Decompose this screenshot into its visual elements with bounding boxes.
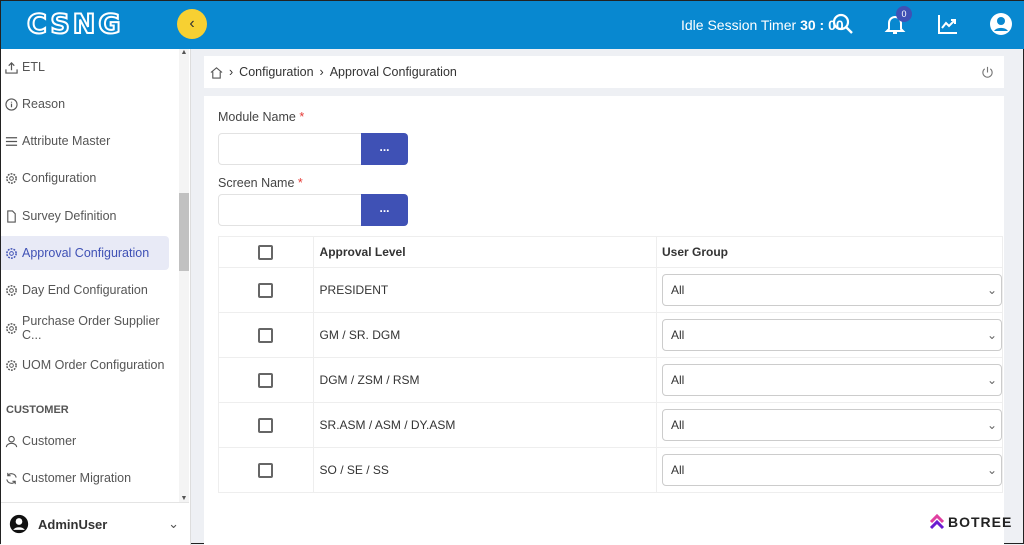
breadcrumb: › Configuration › Approval Configuration — [204, 56, 1004, 88]
home-icon[interactable] — [210, 66, 223, 79]
chevron-down-icon: ⌄ — [986, 283, 997, 297]
sidebar-item-survey-definition[interactable]: Survey Definition — [1, 199, 169, 233]
breadcrumb-configuration[interactable]: Configuration — [239, 65, 313, 79]
scroll-up-arrow[interactable]: ▲ — [179, 49, 189, 56]
module-name-label: Module Name * — [218, 110, 305, 124]
sidebar-scrollbar[interactable]: ▲ ▼ — [179, 49, 189, 502]
sidebar-item-reason[interactable]: Reason — [1, 87, 169, 121]
upload-icon — [5, 61, 18, 74]
sidebar-item-customer-migration[interactable]: Customer Migration — [1, 461, 169, 495]
sidebar: ETL Reason Attribute Master Configuratio… — [1, 49, 191, 545]
user-group-select[interactable]: All ⌄ — [662, 319, 1002, 351]
scrollbar-thumb[interactable] — [179, 193, 189, 271]
row-checkbox[interactable] — [258, 462, 274, 478]
search-icon[interactable] — [831, 12, 855, 36]
sidebar-item-day-end-configuration[interactable]: Day End Configuration — [1, 273, 169, 307]
document-icon — [7, 209, 16, 223]
module-name-input[interactable] — [218, 133, 362, 165]
row-checkbox[interactable] — [258, 372, 274, 388]
table-row: SR.ASM / ASM / DY.ASM All ⌄ — [218, 402, 1003, 448]
sidebar-item-uom-order-configuration[interactable]: UOM Order Configuration — [1, 348, 169, 382]
scroll-down-arrow[interactable]: ▼ — [179, 495, 189, 502]
section-customer: CUSTOMER — [6, 404, 69, 416]
screen-name-label: Screen Name * — [218, 176, 303, 190]
chevron-right-icon: › — [229, 65, 234, 79]
approval-level: SR.ASM / ASM / DY.ASM — [312, 402, 658, 448]
approval-configuration-form: Module Name * ... Screen Name * ... Appr… — [204, 96, 1011, 545]
table-row: DGM / ZSM / RSM All ⌄ — [218, 357, 1003, 403]
table-header: Approval Level User Group — [218, 236, 1003, 268]
sidebar-item-customer[interactable]: Customer — [1, 424, 169, 458]
chevron-down-icon: ⌄ — [986, 463, 997, 477]
idle-session-timer: Idle Session Timer 30 : 00 — [681, 17, 844, 33]
user-icon — [5, 435, 18, 447]
avatar — [9, 514, 29, 534]
sidebar-item-configuration[interactable]: Configuration — [1, 161, 169, 195]
table-row: GM / SR. DGM All ⌄ — [218, 312, 1003, 358]
column-user-group: User Group — [656, 236, 1003, 268]
botree-logo-mark — [929, 514, 945, 530]
approval-level: GM / SR. DGM — [312, 312, 658, 358]
row-checkbox[interactable] — [258, 327, 274, 343]
chart-icon[interactable] — [936, 12, 960, 36]
sidebar-item-etl[interactable]: ETL — [1, 50, 169, 84]
sidebar-item-attribute-master[interactable]: Attribute Master — [1, 124, 169, 158]
gear-icon — [6, 284, 17, 296]
gear-icon — [6, 172, 17, 184]
gear-icon — [6, 322, 17, 334]
row-checkbox[interactable] — [258, 282, 274, 298]
sidebar-item-approval-configuration[interactable]: Approval Configuration — [1, 236, 169, 270]
gear-icon — [6, 247, 17, 259]
column-approval-level: Approval Level — [312, 236, 658, 268]
approval-level: SO / SE / SS — [312, 447, 658, 493]
botree-logo: BOTREE — [929, 514, 1012, 530]
chevron-down-icon: ⌄ — [986, 418, 997, 432]
chevron-right-icon: › — [319, 65, 324, 79]
row-checkbox[interactable] — [258, 417, 274, 433]
user-group-select[interactable]: All ⌄ — [662, 364, 1002, 396]
table-row: PRESIDENT All ⌄ — [218, 267, 1003, 313]
refresh-icon — [6, 472, 17, 484]
approval-level: PRESIDENT — [312, 267, 658, 313]
approval-level: DGM / ZSM / RSM — [312, 357, 658, 403]
info-icon — [5, 97, 18, 111]
sidebar-item-purchase-order-supplier[interactable]: Purchase Order Supplier C... — [1, 311, 179, 345]
module-lookup-button[interactable]: ... — [361, 133, 408, 165]
user-group-select[interactable]: All ⌄ — [662, 274, 1002, 306]
chevron-down-icon: ⌄ — [986, 373, 997, 387]
breadcrumb-current: Approval Configuration — [329, 65, 457, 79]
chevron-down-icon[interactable]: ⌄ — [168, 516, 179, 532]
top-header: CSNG ‹ Idle Session Timer 30 : 00 0 — [1, 1, 1024, 49]
power-icon[interactable] — [981, 66, 994, 79]
collapse-sidebar-button[interactable]: ‹ — [177, 9, 207, 39]
select-all-checkbox[interactable] — [258, 244, 274, 260]
app-logo: CSNG — [26, 8, 124, 41]
notification-badge: 0 — [896, 6, 912, 22]
chevron-down-icon: ⌄ — [986, 328, 997, 342]
user-group-select[interactable]: All ⌄ — [662, 409, 1002, 441]
user-menu[interactable]: AdminUser ⌄ — [1, 502, 189, 545]
user-group-select[interactable]: All ⌄ — [662, 454, 1002, 486]
account-icon[interactable] — [989, 12, 1013, 36]
approval-table: Approval Level User Group PRESIDENT All ⌄… — [218, 236, 1003, 493]
list-icon — [5, 136, 18, 146]
table-row: SO / SE / SS All ⌄ — [218, 447, 1003, 493]
screen-lookup-button[interactable]: ... — [361, 194, 408, 226]
screen-name-input[interactable] — [218, 194, 362, 226]
gear-icon — [6, 359, 17, 371]
